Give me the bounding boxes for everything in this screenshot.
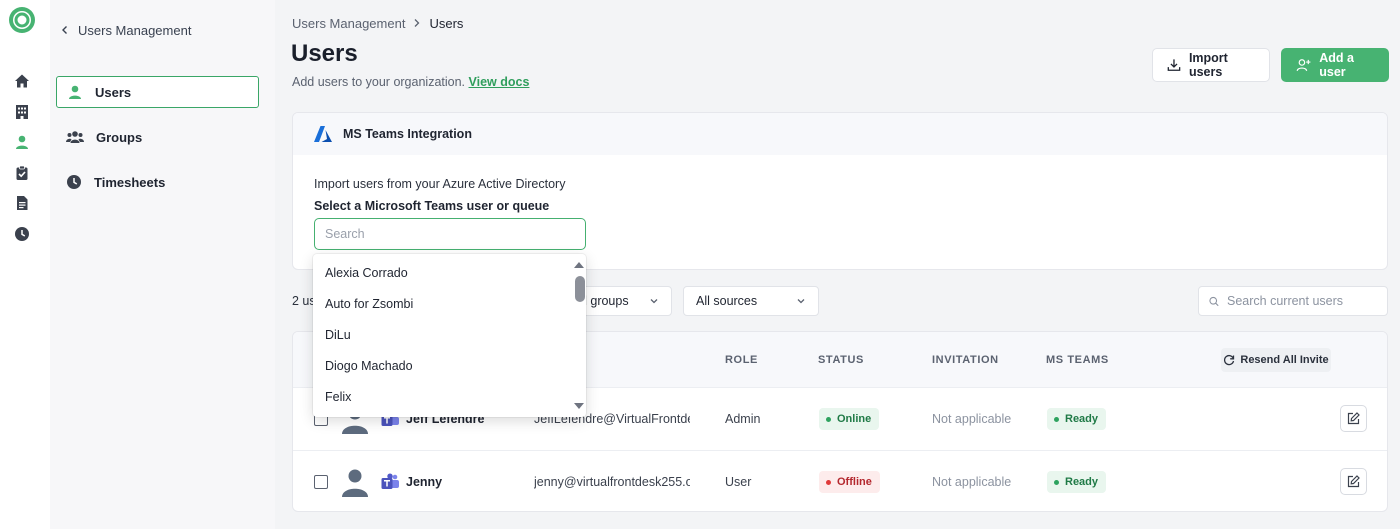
back-link[interactable]: Users Management	[60, 20, 191, 40]
chevron-down-icon	[797, 299, 805, 304]
search-icon	[1209, 296, 1219, 306]
dropdown-option[interactable]: Auto for Zsombi	[313, 288, 568, 319]
add-user-label: Add a user	[1319, 51, 1354, 79]
download-icon	[1167, 59, 1181, 71]
sidebar-item-timesheets[interactable]: Timesheets	[56, 166, 259, 198]
refresh-icon	[1224, 354, 1235, 366]
clock-icon[interactable]	[12, 224, 32, 244]
dropdown-option[interactable]: Alexia Corrado	[313, 257, 568, 288]
scroll-up-arrow-icon[interactable]	[574, 262, 584, 268]
sources-filter-select[interactable]: All sources	[683, 286, 819, 316]
sidebar-item-label: Groups	[96, 129, 143, 145]
column-header-ms-teams[interactable]: MS TEAMS	[1046, 354, 1109, 366]
users-management-sidebar: Users Management Users Groups Timesheets	[50, 0, 275, 529]
ms-teams-icon	[381, 473, 399, 489]
invitation-status: Not applicable	[932, 412, 1012, 426]
user-plus-icon	[1296, 59, 1311, 72]
teams-user-search-input[interactable]	[314, 218, 586, 250]
column-header-invitation[interactable]: INVITATION	[932, 354, 999, 366]
chevron-left-icon	[62, 26, 67, 34]
breadcrumb: Users Management Users	[292, 14, 463, 32]
app-logo-icon[interactable]	[8, 6, 36, 34]
back-link-label: Users Management	[78, 22, 192, 38]
status-text: Online	[837, 413, 872, 425]
column-header-status[interactable]: STATUS	[818, 354, 864, 366]
teams-select-label: Select a Microsoft Teams user or queue	[314, 199, 550, 213]
ms-teams-text: Ready	[1065, 476, 1099, 488]
edit-icon	[1347, 475, 1360, 488]
icon-rail	[0, 0, 50, 529]
integration-card-header: MS Teams Integration	[293, 113, 1387, 155]
dropdown-option[interactable]: DiLu	[313, 319, 568, 350]
dropdown-option[interactable]: Diogo Machado	[313, 350, 568, 381]
dropdown-option[interactable]: Felix	[313, 381, 568, 412]
add-user-button[interactable]: Add a user	[1281, 48, 1389, 82]
teams-user-dropdown: Alexia Corrado Auto for Zsombi DiLu Diog…	[313, 254, 586, 417]
search-current-users-input[interactable]	[1227, 294, 1377, 308]
user-count: 2 users	[292, 294, 314, 308]
status-text: Offline	[837, 476, 872, 488]
clipboard-check-icon[interactable]	[12, 163, 32, 183]
resend-all-invite-label: Resend All Invite	[1240, 354, 1329, 366]
status-dot-icon	[826, 416, 831, 422]
integration-description: Import users from your Azure Active Dire…	[314, 177, 566, 191]
dropdown-scrollbar[interactable]	[570, 254, 586, 417]
chevron-right-icon	[414, 19, 420, 27]
edit-user-button[interactable]	[1340, 405, 1367, 432]
azure-logo-icon	[314, 126, 332, 142]
integration-title: MS Teams Integration	[343, 127, 472, 141]
edit-user-button[interactable]	[1340, 468, 1367, 495]
sidebar-item-label: Timesheets	[94, 174, 166, 190]
ms-teams-integration-card: MS Teams Integration Import users from y…	[292, 112, 1388, 270]
home-icon[interactable]	[12, 71, 32, 91]
status-badge: Offline	[819, 471, 880, 493]
status-dot-icon	[1054, 416, 1059, 422]
user-role: User	[725, 475, 752, 489]
sidebar-item-label: Users	[95, 84, 132, 100]
sidebar-item-groups[interactable]: Groups	[56, 121, 259, 153]
avatar	[342, 469, 368, 497]
user-email: jenny@virtualfrontdesk255.onmicrosoft.co…	[534, 475, 690, 489]
page-title: Users	[291, 40, 358, 67]
user-icon	[69, 85, 81, 99]
status-badge: Online	[819, 408, 880, 430]
column-header-role[interactable]: ROLE	[725, 354, 758, 366]
import-users-button[interactable]: Import users	[1152, 48, 1270, 82]
status-dot-icon	[826, 479, 831, 485]
ms-teams-text: Ready	[1065, 413, 1099, 425]
group-icon	[66, 131, 84, 143]
scrollbar-thumb[interactable]	[575, 276, 585, 302]
resend-all-invite-button[interactable]: Resend All Invite	[1221, 348, 1331, 372]
building-icon[interactable]	[12, 102, 32, 122]
search-current-users[interactable]	[1198, 286, 1388, 316]
breadcrumb-parent[interactable]: Users Management	[292, 16, 405, 31]
ms-teams-badge: Ready	[1047, 408, 1107, 430]
edit-icon	[1347, 412, 1360, 425]
sources-filter-value: All sources	[696, 294, 758, 308]
table-row[interactable]: Jenny jenny@virtualfrontdesk255.onmicros…	[293, 450, 1387, 511]
import-users-label: Import users	[1188, 51, 1228, 79]
status-dot-icon	[1054, 479, 1059, 485]
view-docs-link[interactable]: View docs	[469, 75, 530, 89]
row-checkbox[interactable]	[314, 475, 328, 489]
subtitle-text: Add users to your organization.	[292, 75, 466, 89]
document-icon[interactable]	[12, 193, 32, 213]
page-subtitle: Add users to your organization. View doc…	[292, 75, 529, 89]
scroll-down-arrow-icon[interactable]	[574, 403, 584, 409]
invitation-status: Not applicable	[932, 475, 1012, 489]
user-role: Admin	[725, 412, 761, 426]
sidebar-item-users[interactable]: Users	[56, 76, 259, 108]
chevron-down-icon	[650, 299, 658, 304]
ms-teams-badge: Ready	[1047, 471, 1107, 493]
user-icon[interactable]	[12, 132, 32, 152]
clock-icon	[67, 175, 81, 189]
user-name: Jenny	[406, 475, 443, 489]
breadcrumb-current: Users	[429, 15, 464, 31]
